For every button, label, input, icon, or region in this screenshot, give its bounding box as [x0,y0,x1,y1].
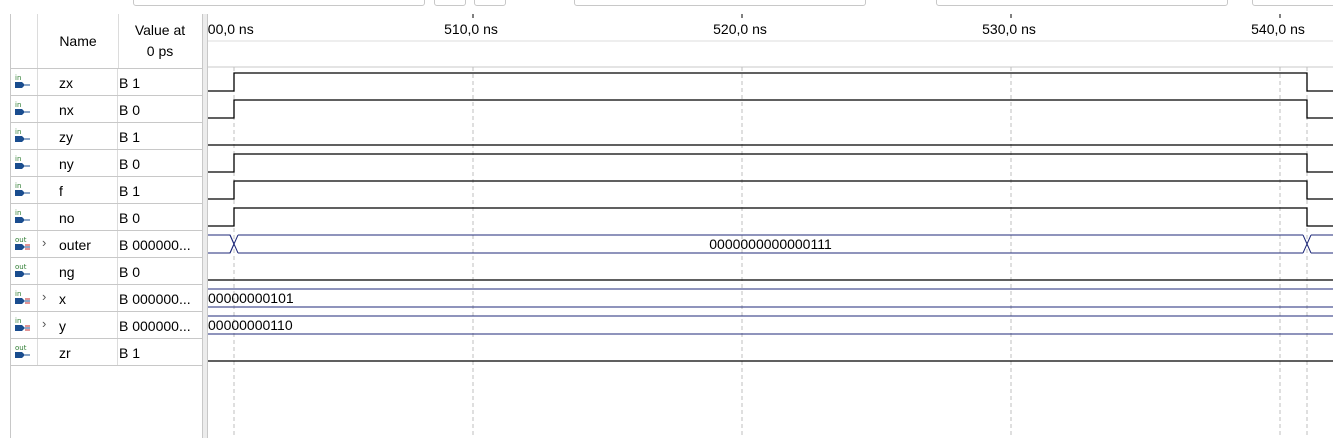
svg-text:in: in [15,128,21,136]
bus-value-label: 0000000000000111 [709,236,832,252]
signal-waveform [208,72,1333,92]
signal-row-no[interactable]: in no B 0 [11,204,202,231]
input-pin-icon: in [13,290,33,306]
waveform-canvas: 500,0 ns 510,0 ns 520,0 ns 530,0 ns 540,0 ns… [208,14,1333,438]
bus-value-label: 00000000101 [208,290,294,306]
value-column-header[interactable]: Value at 0 ps [118,14,202,68]
input-pin-icon: in [13,182,33,198]
value-header-label: Value at [134,22,186,38]
toolbar-field[interactable] [1252,0,1333,6]
signal-value: B 000000... [119,237,191,253]
input-pin-icon: in [13,128,33,144]
time-tick-label: 510,0 ns [444,21,498,37]
time-tick-label: 500,0 ns [208,21,254,37]
signal-name: outer [59,237,91,253]
toolbar-button[interactable] [434,0,466,6]
signal-row-x[interactable]: in › x B 000000... [11,285,202,312]
signal-row-y[interactable]: in › y B 000000... [11,312,202,339]
svg-text:in: in [15,209,21,217]
bus-waveform [208,315,1333,335]
signal-value: B 1 [119,129,141,145]
bus-waveform [208,234,235,254]
svg-text:out: out [15,236,27,244]
signal-name: ny [59,156,74,172]
svg-text:in: in [15,182,21,190]
signal-value: B 1 [119,183,141,199]
signal-name: ng [59,264,75,280]
signal-waveform [208,180,1333,200]
signal-row-outer[interactable]: out › outer B 000000... [11,231,202,258]
svg-text:in: in [15,317,21,325]
svg-text:in: in [15,74,21,82]
expand-icon[interactable]: › [42,316,46,331]
input-pin-icon: in [13,74,33,90]
signal-row-zr[interactable]: out zr B 1 [11,339,202,366]
input-pin-icon: in [13,155,33,171]
toolbar-field[interactable] [936,0,1228,6]
signal-name: nx [59,102,74,118]
name-header-label: Name [59,33,97,49]
signal-name: f [59,183,63,199]
signal-value: B 000000... [119,291,191,307]
name-column-header[interactable]: Name [37,14,119,68]
value-header-time: 0 ps [146,43,174,59]
toolbar-field[interactable] [574,0,866,6]
signal-value: B 0 [119,210,141,226]
output-pin-icon: out [13,344,33,360]
bus-waveform [208,288,1333,308]
signal-name: zr [59,345,71,361]
signal-name: no [59,210,75,226]
bus-value-label: 00000000110 [208,317,293,333]
output-pin-icon: out [13,236,33,252]
signal-row-f[interactable]: in f B 1 [11,177,202,204]
toolbar [0,0,1333,14]
signal-value: B 1 [119,75,141,91]
signal-row-zx[interactable]: in zx B 1 [11,69,202,96]
svg-text:out: out [15,263,27,271]
signal-waveform [208,99,1333,119]
signal-row-zy[interactable]: in zy B 1 [11,123,202,150]
signal-row-nx[interactable]: in nx B 0 [11,96,202,123]
signal-row-ng[interactable]: out ng B 0 [11,258,202,285]
signal-value: B 1 [119,345,141,361]
input-pin-icon: in [13,317,33,333]
svg-text:in: in [15,101,21,109]
expand-icon[interactable]: › [42,289,46,304]
signal-value: B 0 [119,102,141,118]
input-pin-icon: in [13,101,33,117]
bus-waveform [1311,234,1333,254]
svg-text:in: in [15,155,21,163]
signal-waveform [208,207,1333,227]
signal-waveform [208,153,1333,173]
svg-text:out: out [15,344,27,352]
time-tick-label: 520,0 ns [713,21,767,37]
signal-name: zx [59,75,73,91]
input-pin-icon: in [13,209,33,225]
signal-rows: in zx B 1 in nx B 0 in zy B 1 in ny B 0 in f B 1 in no B … [11,69,202,366]
time-tick-label: 530,0 ns [982,21,1036,37]
svg-text:in: in [15,290,21,298]
time-tick-label: 540,0 ns [1251,21,1305,37]
signal-table-header: Name Value at 0 ps [11,14,202,69]
signal-row-ny[interactable]: in ny B 0 [11,150,202,177]
signal-name: x [59,291,66,307]
expand-icon[interactable]: › [42,235,46,250]
toolbar-combo[interactable] [133,0,425,6]
toolbar-button[interactable] [474,0,506,6]
signal-value: B 0 [119,264,141,280]
signal-name: y [59,318,66,334]
signal-value: B 000000... [119,318,191,334]
signal-name: zy [59,129,73,145]
signal-value: B 0 [119,156,141,172]
output-pin-icon: out [13,263,33,279]
waveform-view[interactable]: 500,0 ns 510,0 ns 520,0 ns 530,0 ns 540,0 ns… [208,14,1333,438]
